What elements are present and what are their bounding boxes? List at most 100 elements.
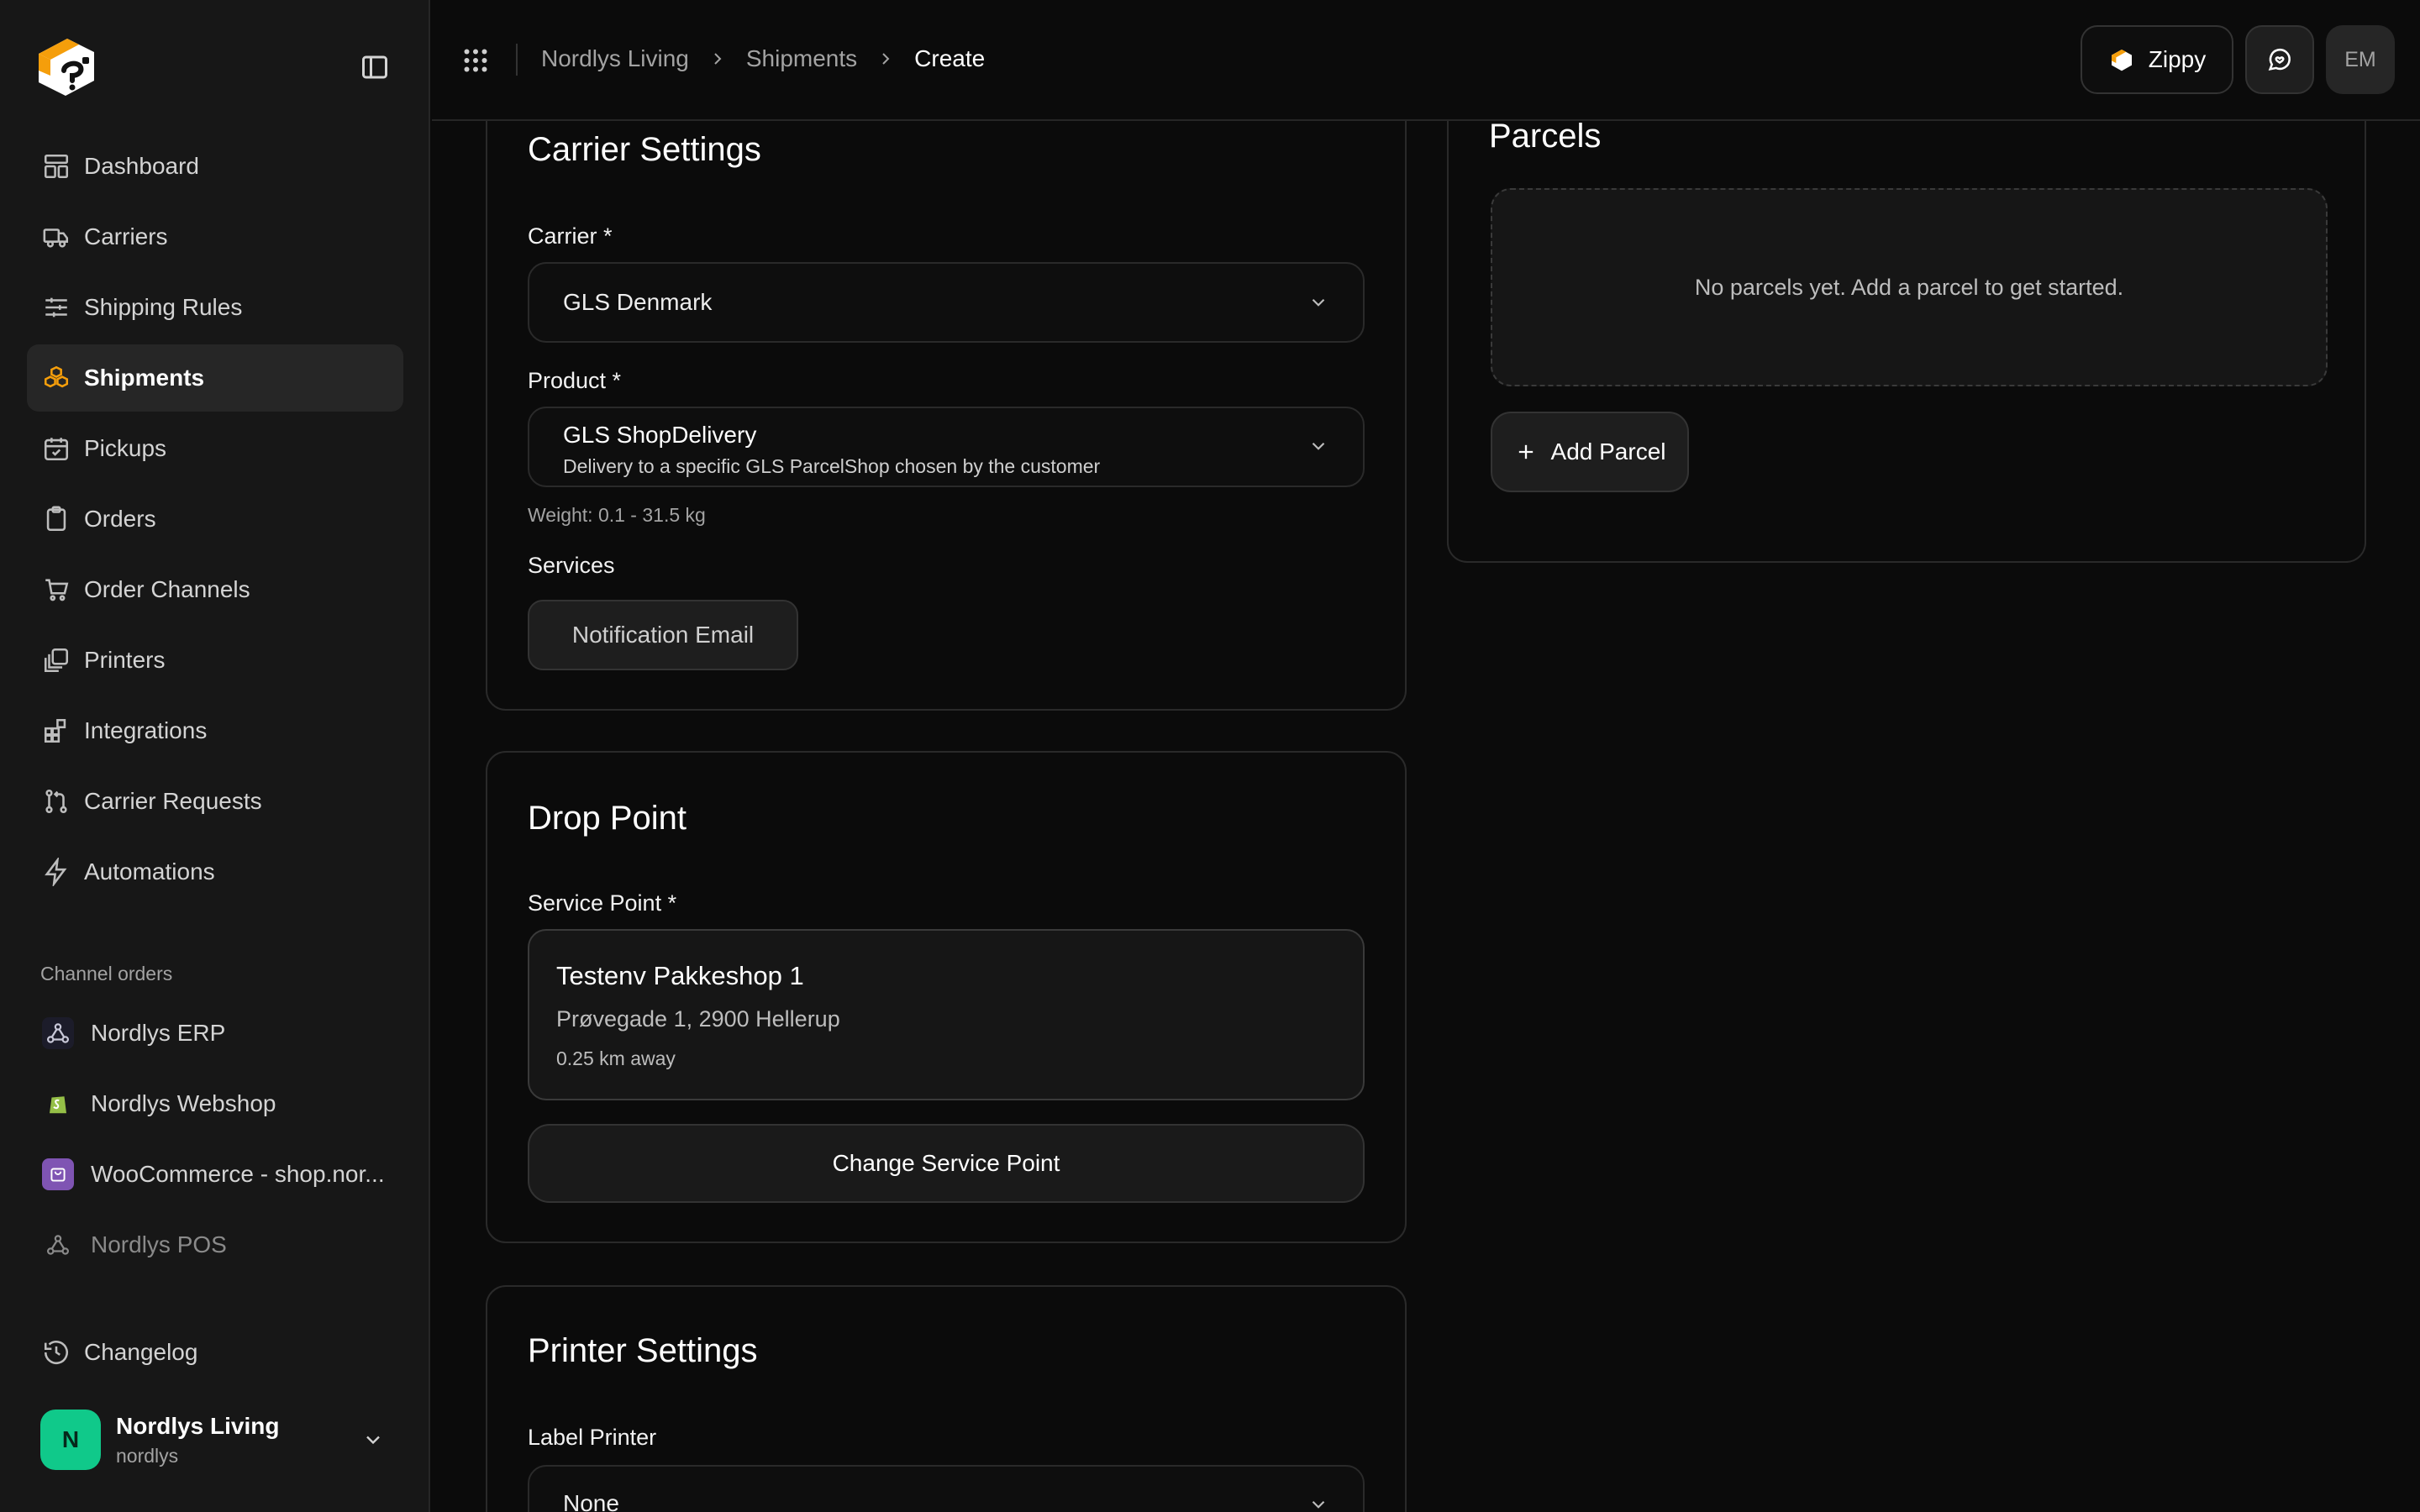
sidebar-item-label: Shipping Rules: [84, 294, 243, 320]
sidebar-item-label: Shipments: [84, 365, 205, 391]
add-parcel-button[interactable]: Add Parcel: [1491, 412, 1689, 492]
zippy-logo-icon: [2108, 46, 2135, 73]
zippy-button[interactable]: Zippy: [2081, 25, 2233, 94]
woocommerce-icon: [42, 1158, 74, 1190]
breadcrumb-item-workspace[interactable]: Nordlys Living: [541, 45, 689, 72]
services-label: Services: [528, 553, 615, 578]
sidebar-item-label: Printers: [84, 647, 166, 673]
chat-icon: [2265, 45, 2294, 74]
parcels-card: Parcels No parcels yet. Add a parcel to …: [1447, 92, 2366, 563]
sidebar: Dashboard Carriers Shipping Rules Shipme…: [0, 0, 430, 1512]
changelog-section: Changelog: [27, 1319, 403, 1389]
sidebar-item-label: Pickups: [84, 435, 167, 461]
channel-item-nordlys-webshop[interactable]: Nordlys Webshop: [27, 1070, 403, 1137]
chat-button[interactable]: [2245, 25, 2314, 94]
chevron-down-icon: [1307, 291, 1329, 313]
carrier-field-label: Carrier *: [528, 223, 613, 249]
sidebar-item-shipments[interactable]: Shipments: [27, 344, 403, 412]
sidebar-item-shipping-rules[interactable]: Shipping Rules: [27, 274, 403, 341]
label-printer-label: Label Printer: [528, 1425, 657, 1450]
avatar: N: [40, 1410, 101, 1470]
drop-point-card: Drop Point Service Point * Testenv Pakke…: [486, 751, 1407, 1243]
service-point-name: Testenv Pakkeshop 1: [556, 961, 804, 990]
user-avatar-button[interactable]: EM: [2326, 25, 2395, 94]
chevron-right-icon: [708, 49, 728, 69]
lightning-icon: [42, 858, 71, 886]
carrier-settings-card: Carrier Settings Carrier * GLS Denmark P…: [486, 92, 1407, 711]
channel-orders-heading: Channel orders: [40, 963, 173, 984]
service-point-address: Prøvegade 1, 2900 Hellerup: [556, 1006, 840, 1032]
label-printer-value: None: [563, 1490, 619, 1512]
sidebar-item-changelog[interactable]: Changelog: [27, 1319, 403, 1386]
git-pull-request-icon: [42, 787, 71, 816]
label-printer-select[interactable]: None: [528, 1465, 1365, 1512]
sidebar-item-label: Dashboard: [84, 153, 199, 179]
plus-icon: [1514, 440, 1538, 464]
chevron-down-icon: [1307, 1494, 1329, 1512]
sidebar-item-carriers[interactable]: Carriers: [27, 203, 403, 270]
account-name: Nordlys Living: [116, 1412, 280, 1439]
app-logo[interactable]: [27, 29, 103, 104]
product-description: Delivery to a specific GLS ParcelShop ch…: [563, 455, 1101, 477]
drop-point-title: Drop Point: [528, 800, 687, 837]
channel-item-woocommerce[interactable]: WooCommerce - shop.nor...: [27, 1141, 403, 1208]
sidebar-item-integrations[interactable]: Integrations: [27, 697, 403, 764]
top-header: Nordlys Living Shipments Create Zippy EM: [432, 0, 2420, 121]
sidebar-item-carrier-requests[interactable]: Carrier Requests: [27, 768, 403, 835]
integrations-icon: [42, 717, 71, 745]
channel-item-label: Nordlys POS: [91, 1231, 227, 1257]
sidebar-nav: Dashboard Carriers Shipping Rules Shipme…: [27, 133, 403, 909]
chevron-down-icon: [361, 1428, 385, 1452]
parcels-empty-state: No parcels yet. Add a parcel to get star…: [1491, 188, 2328, 386]
sidebar-toggle-icon[interactable]: [360, 52, 393, 82]
channel-item-label: Nordlys ERP: [91, 1020, 226, 1046]
change-service-point-button[interactable]: Change Service Point: [528, 1124, 1365, 1203]
sidebar-item-automations[interactable]: Automations: [27, 838, 403, 906]
chevron-down-icon: [1307, 435, 1329, 457]
account-switcher[interactable]: N Nordlys Living nordlys: [40, 1408, 393, 1472]
sidebar-item-label: Integrations: [84, 717, 208, 743]
product-select[interactable]: GLS ShopDelivery Delivery to a specific …: [528, 407, 1365, 487]
breadcrumb-item-current: Create: [914, 45, 986, 71]
dashboard-icon: [42, 152, 71, 181]
printer-icon: [42, 646, 71, 675]
breadcrumb: Nordlys Living Shipments Create: [541, 45, 985, 72]
chevron-right-icon: [876, 49, 896, 69]
history-icon: [42, 1338, 71, 1367]
printer-settings-card: Printer Settings Label Printer None: [486, 1285, 1407, 1512]
parcels-title: Parcels: [1489, 118, 1602, 155]
clipboard-icon: [42, 505, 71, 533]
carrier-select[interactable]: GLS Denmark: [528, 262, 1365, 343]
channel-item-label: Nordlys Webshop: [91, 1090, 276, 1116]
breadcrumb-item-shipments[interactable]: Shipments: [746, 45, 857, 72]
sidebar-item-order-channels[interactable]: Order Channels: [27, 556, 403, 623]
service-point-distance: 0.25 km away: [556, 1047, 676, 1069]
channel-list: Nordlys ERP Nordlys Webshop WooCommerce …: [27, 1000, 403, 1282]
sidebar-item-printers[interactable]: Printers: [27, 627, 403, 694]
channel-item-nordlys-erp[interactable]: Nordlys ERP: [27, 1000, 403, 1067]
channel-item-label: WooCommerce - shop.nor...: [91, 1161, 385, 1187]
sidebar-item-label: Orders: [84, 506, 156, 532]
webhook-icon: [42, 1229, 74, 1261]
sidebar-item-pickups[interactable]: Pickups: [27, 415, 403, 482]
carrier-settings-title: Carrier Settings: [528, 131, 761, 168]
sidebar-item-label: Order Channels: [84, 576, 250, 602]
sidebar-item-label: Changelog: [84, 1339, 198, 1365]
service-notification-email[interactable]: Notification Email: [528, 600, 798, 670]
zippy-label: Zippy: [2148, 46, 2207, 72]
service-point-label: Service Point *: [528, 890, 677, 916]
add-parcel-label: Add Parcel: [1550, 438, 1666, 465]
weight-info: Weight: 0.1 - 31.5 kg: [528, 504, 706, 526]
header-divider: [516, 44, 518, 76]
shopify-icon: [42, 1088, 74, 1120]
apps-grid-icon[interactable]: [460, 45, 491, 76]
sidebar-item-orders[interactable]: Orders: [27, 486, 403, 553]
carrier-select-value: GLS Denmark: [563, 289, 713, 315]
sidebar-item-dashboard[interactable]: Dashboard: [27, 133, 403, 200]
sidebar-item-label: Carriers: [84, 223, 168, 249]
service-point-card[interactable]: Testenv Pakkeshop 1 Prøvegade 1, 2900 He…: [528, 929, 1365, 1100]
channel-item-nordlys-pos[interactable]: Nordlys POS: [27, 1211, 403, 1278]
calendar-check-icon: [42, 434, 71, 463]
cart-icon: [42, 575, 71, 604]
printer-settings-title: Printer Settings: [528, 1332, 758, 1369]
